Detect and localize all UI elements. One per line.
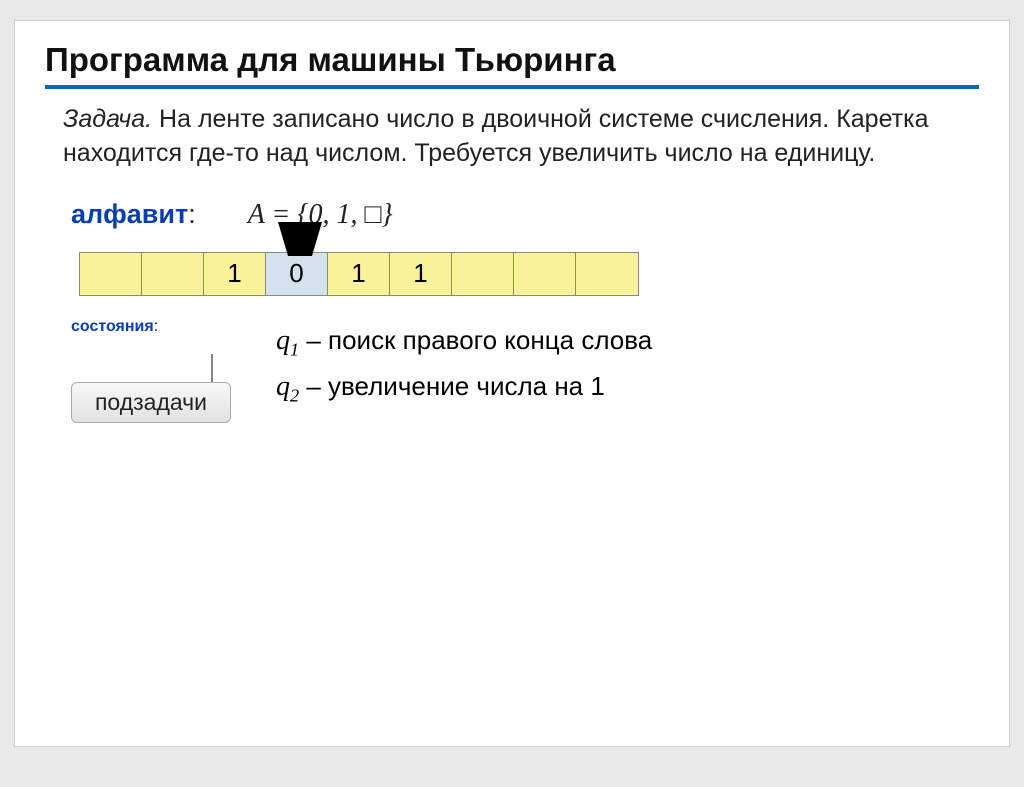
tape-head-icon [274,222,326,256]
states-label: состояния: [71,318,246,336]
problem-text: Задача. На ленте записано число в двоичн… [45,103,979,171]
tape-cell [452,253,514,295]
states-list: q1 – поиск правого конца словаq2 – увели… [276,318,652,411]
tape-cell: 1 [328,253,390,295]
callout-box: подзадачи [71,382,231,423]
states-row: состояния: подзадачи q1 – поиск правого … [71,318,979,423]
state-symbol: q1 [276,325,299,356]
states-left: состояния: подзадачи [71,318,246,423]
tape-cell [80,253,142,295]
tape-cell [514,253,576,295]
state-item: q2 – увеличение числа на 1 [276,364,652,411]
state-desc: поиск правого конца слова [328,325,652,355]
tape-cell: 0 [266,253,328,295]
alphabet-row: алфавит: A = {0, 1, □} [71,195,979,234]
state-item: q1 – поиск правого конца слова [276,318,652,365]
tape-cell [142,253,204,295]
tape-cell: 1 [204,253,266,295]
turing-tape: 1011 [79,252,639,296]
tape-cell [576,253,638,295]
problem-body: На ленте записано число в двоичной систе… [63,105,929,167]
callout-connector [211,354,213,382]
slide: Программа для машины Тьюринга Задача. На… [14,20,1010,747]
alphabet-label: алфавит: [71,196,196,234]
state-desc: увеличение числа на 1 [328,371,605,401]
problem-label: Задача. [63,105,152,133]
page-title: Программа для машины Тьюринга [45,41,979,89]
tape-cell: 1 [390,253,452,295]
state-symbol: q2 [276,371,299,402]
tape-cells: 1011 [79,252,639,296]
